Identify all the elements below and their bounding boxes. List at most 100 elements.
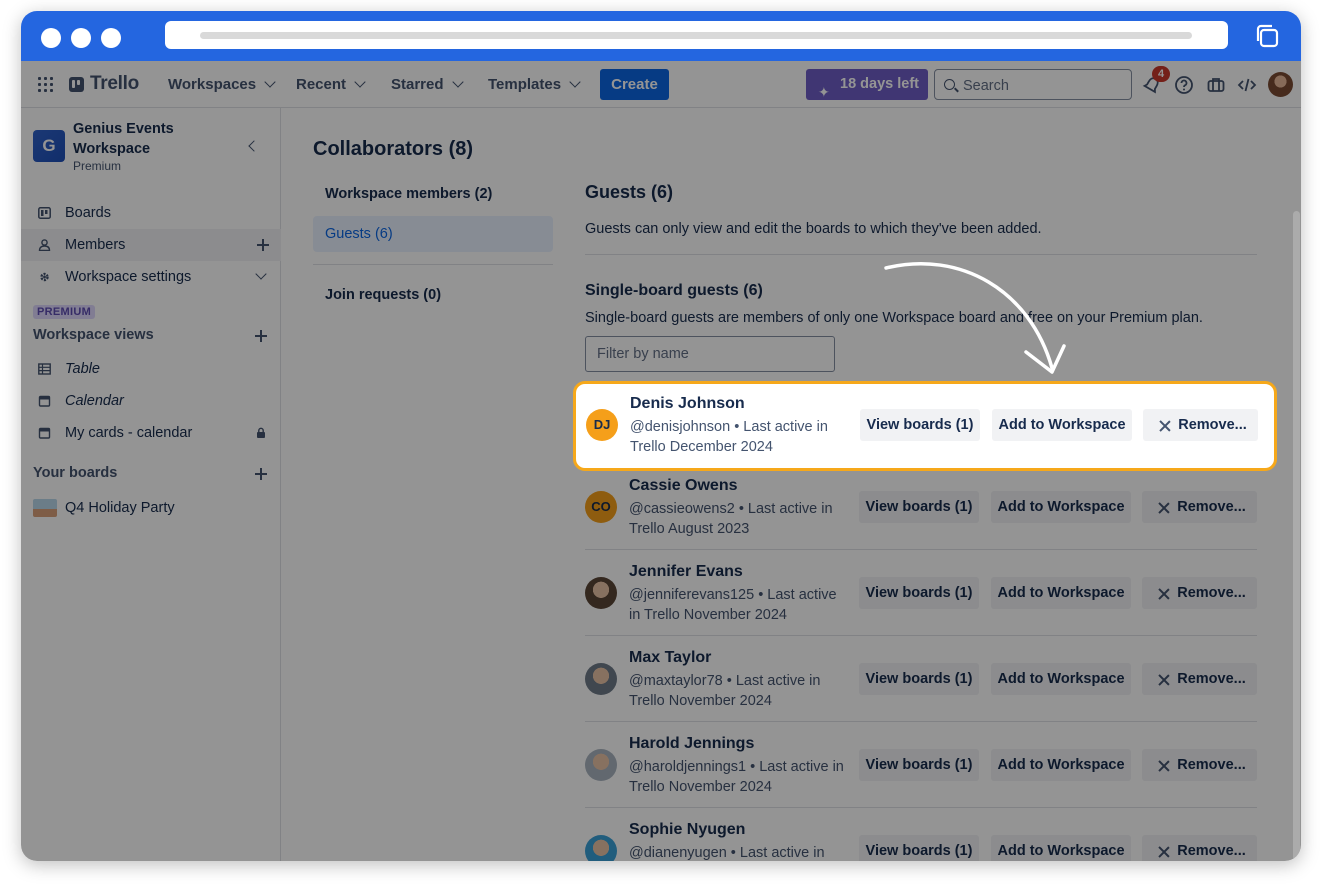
calendar-icon — [38, 395, 51, 407]
sidebar-board-q4-holiday-party[interactable]: Q4 Holiday Party — [21, 491, 281, 523]
nav-recent[interactable]: Recent — [296, 76, 366, 93]
sidebar-item-label: Boards — [65, 205, 111, 221]
trello-logo[interactable]: Trello — [69, 73, 139, 95]
tab-join-requests[interactable]: Join requests (0) — [313, 277, 553, 313]
code-icon[interactable] — [1237, 75, 1257, 95]
view-boards-button[interactable]: View boards (1) — [859, 663, 979, 695]
chevron-down-icon — [451, 76, 464, 88]
add-to-workspace-button[interactable]: Add to Workspace — [991, 491, 1131, 523]
add-board-plus-icon[interactable] — [255, 468, 267, 480]
trello-logo-icon — [69, 76, 84, 92]
add-member-plus-icon[interactable] — [257, 239, 269, 251]
close-icon — [1158, 846, 1169, 857]
section-description: Guests can only view and edit the boards… — [585, 221, 1042, 237]
view-boards-button[interactable]: View boards (1) — [859, 577, 979, 609]
sidebar-item-workspace-settings[interactable]: Workspace settings — [21, 261, 281, 293]
trial-button[interactable]: ✦ 18 days left — [806, 69, 928, 100]
guest-meta: @dianenyugen • Last active in — [629, 845, 825, 861]
collapse-sidebar-icon[interactable] — [248, 140, 260, 152]
sidebar-item-members[interactable]: Members — [21, 229, 281, 261]
remove-button[interactable]: Remove... — [1142, 663, 1257, 695]
guest-name: Max Taylor — [629, 649, 712, 666]
chevron-down-icon — [264, 76, 276, 88]
page-title: Collaborators (8) — [313, 138, 474, 160]
create-button[interactable]: Create — [600, 69, 669, 100]
briefcase-icon[interactable] — [1206, 75, 1226, 95]
guest-row: Max Taylor @maxtaylor78 • Last active in … — [585, 636, 1257, 722]
guest-avatar[interactable] — [585, 663, 617, 695]
sidebar-view-calendar[interactable]: Calendar — [21, 385, 281, 417]
scrollbar[interactable] — [1293, 211, 1300, 861]
nav-starred[interactable]: Starred — [391, 76, 464, 93]
view-boards-button[interactable]: View boards (1) — [860, 409, 980, 441]
table-icon — [38, 363, 51, 375]
guest-avatar[interactable]: CO — [585, 491, 617, 523]
guest-meta: @jenniferevans125 • Last active in Trell… — [629, 587, 837, 623]
user-avatar[interactable] — [1268, 72, 1293, 97]
tab-workspace-members[interactable]: Workspace members (2) — [313, 176, 553, 212]
your-boards-heading: Your boards — [33, 465, 118, 481]
add-to-workspace-button[interactable]: Add to Workspace — [991, 577, 1131, 609]
sidebar-item-label: Workspace settings — [65, 269, 192, 285]
highlighted-guest-card: DJ Denis Johnson @denisjohnson • Last ac… — [573, 381, 1277, 471]
guest-meta: @denisjohnson • Last active in Trello De… — [630, 419, 828, 455]
add-to-workspace-button[interactable]: Add to Workspace — [991, 749, 1131, 781]
sidebar-view-table[interactable]: Table — [21, 353, 281, 385]
board-thumbnail — [33, 499, 57, 517]
guest-meta: @maxtaylor78 • Last active in Trello Nov… — [629, 673, 821, 709]
view-boards-button[interactable]: View boards (1) — [859, 749, 979, 781]
tab-guests[interactable]: Guests (6) — [313, 216, 553, 252]
guest-name: Jennifer Evans — [629, 563, 743, 580]
tab-divider — [313, 264, 553, 265]
remove-button[interactable]: Remove... — [1142, 577, 1257, 609]
main-content: Collaborators (8) Workspace members (2) … — [282, 108, 1301, 861]
person-icon — [38, 239, 51, 251]
workspace-name[interactable]: Genius Events Workspace — [73, 119, 223, 159]
remove-button[interactable]: Remove... — [1143, 409, 1258, 441]
add-to-workspace-button[interactable]: Add to Workspace — [991, 835, 1131, 861]
address-bar[interactable] — [165, 21, 1228, 49]
add-to-workspace-button[interactable]: Add to Workspace — [991, 663, 1131, 695]
guest-name: Sophie Nyugen — [629, 821, 746, 838]
add-to-workspace-button[interactable]: Add to Workspace — [992, 409, 1132, 441]
view-boards-button[interactable]: View boards (1) — [859, 491, 979, 523]
guest-name: Denis Johnson — [630, 395, 745, 412]
add-view-plus-icon[interactable] — [255, 330, 267, 342]
search-field[interactable]: Search — [934, 69, 1132, 100]
remove-button[interactable]: Remove... — [1142, 749, 1257, 781]
gear-icon — [40, 272, 49, 282]
nav-templates[interactable]: Templates — [488, 76, 581, 93]
sidebar-item-label: Calendar — [65, 393, 124, 409]
calendar-icon — [38, 427, 51, 439]
window-minimize-dot[interactable] — [71, 28, 91, 48]
browser-window: Trello Workspaces Recent Starred Templat… — [21, 11, 1301, 861]
close-icon — [1158, 674, 1169, 685]
guest-row: Sophie Nyugen @dianenyugen • Last active … — [585, 808, 1257, 861]
sidebar-view-my-cards-calendar[interactable]: My cards - calendar — [21, 417, 281, 449]
remove-button[interactable]: Remove... — [1142, 491, 1257, 523]
window-maximize-dot[interactable] — [101, 28, 121, 48]
guest-avatar[interactable] — [585, 577, 617, 609]
lock-icon — [257, 427, 265, 438]
view-boards-button[interactable]: View boards (1) — [859, 835, 979, 861]
app-switcher-icon[interactable] — [38, 77, 53, 92]
sidebar-item-boards[interactable]: Boards — [21, 197, 281, 229]
workspace-avatar[interactable]: G — [33, 130, 65, 162]
guest-name: Harold Jennings — [629, 735, 755, 752]
workspace-views-heading: Workspace views — [33, 327, 154, 343]
guest-avatar[interactable] — [585, 835, 617, 861]
help-icon[interactable] — [1174, 75, 1194, 95]
premium-tag: PREMIUM — [33, 305, 96, 319]
window-close-dot[interactable] — [41, 28, 61, 48]
sidebar-item-label: Q4 Holiday Party — [65, 500, 175, 516]
filter-input[interactable] — [585, 336, 835, 372]
remove-button[interactable]: Remove... — [1142, 835, 1257, 861]
chevron-down-icon[interactable] — [255, 268, 267, 280]
close-icon — [1158, 502, 1169, 513]
guest-avatar[interactable]: DJ — [586, 409, 618, 441]
copy-icon[interactable] — [1254, 23, 1280, 49]
board-icon — [38, 207, 51, 219]
sparkle-icon: ✦ — [818, 84, 830, 100]
guest-avatar[interactable] — [585, 749, 617, 781]
nav-workspaces[interactable]: Workspaces — [168, 76, 276, 93]
